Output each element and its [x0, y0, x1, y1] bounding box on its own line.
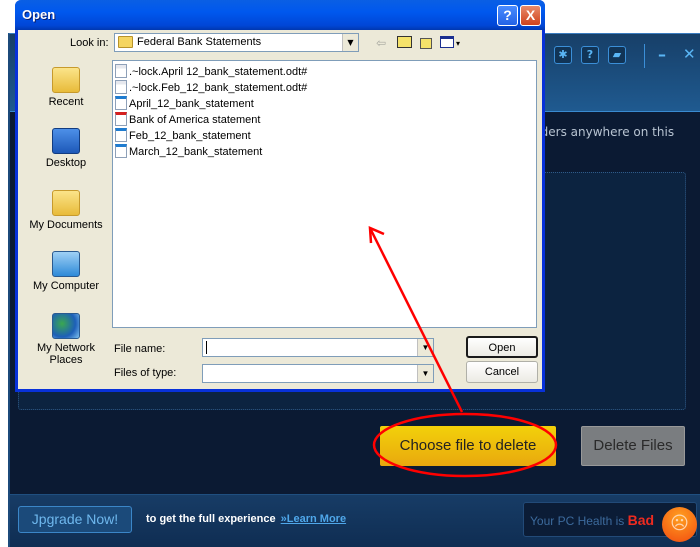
place-label: My Computer	[32, 280, 100, 292]
file-name: .~lock.Feb_12_bank_statement.odt#	[129, 82, 308, 94]
file-item[interactable]: March_12_bank_statement	[115, 144, 262, 160]
open-file-dialog: Open ? X Look in: Federal Bank Statement…	[15, 0, 545, 392]
place-recent[interactable]: Recent	[21, 67, 111, 108]
chevron-down-icon[interactable]: ▼	[417, 339, 433, 356]
help-icon[interactable]: ?	[581, 46, 599, 64]
app-close-button[interactable]: ✕	[683, 45, 696, 63]
back-arrow-icon[interactable]: ⇦	[376, 36, 386, 50]
place-label: My Network Places	[36, 342, 96, 366]
chevron-down-icon[interactable]: ▼	[417, 365, 433, 382]
sad-face-icon[interactable]: ☹	[662, 507, 697, 542]
chevron-down-icon[interactable]: ▼	[342, 34, 358, 51]
place-my-computer[interactable]: My Computer	[21, 251, 111, 292]
views-menu-icon[interactable]	[440, 36, 454, 48]
my-documents-icon	[52, 190, 80, 216]
upgrade-now-button[interactable]: Jpgrade Now!	[18, 506, 132, 533]
health-status-badge: Bad	[627, 512, 655, 528]
dialog-titlebar[interactable]: Open ? X	[15, 0, 545, 30]
app-description: olders anywhere on this	[530, 125, 675, 139]
promo-label: to get the full experience	[146, 513, 276, 525]
file-name: .~lock.April 12_bank_statement.odt#	[129, 66, 308, 78]
up-folder-icon[interactable]	[397, 36, 412, 48]
network-places-icon	[52, 313, 80, 339]
files-of-type-label: Files of type:	[114, 367, 177, 379]
promo-text: to get the full experience »Learn More	[146, 513, 346, 525]
file-name: March_12_bank_statement	[129, 146, 263, 158]
place-label: Desktop	[45, 157, 87, 169]
gear-icon[interactable]: ✱	[554, 46, 572, 64]
desktop-icon	[52, 128, 80, 154]
text-caret	[206, 341, 207, 354]
dialog-title: Open	[22, 7, 56, 22]
place-label: My Documents	[29, 219, 103, 231]
my-computer-icon	[52, 251, 80, 277]
place-network[interactable]: My Network Places	[21, 313, 111, 366]
file-item[interactable]: Feb_12_bank_statement	[115, 128, 251, 144]
odt-lock-file-icon	[115, 64, 127, 78]
look-in-value: Federal Bank Statements	[137, 36, 262, 48]
file-name: Feb_12_bank_statement	[129, 130, 251, 142]
file-item[interactable]: Bank of America statement	[115, 112, 260, 128]
place-desktop[interactable]: Desktop	[21, 128, 111, 169]
document-icon	[115, 96, 127, 110]
file-item[interactable]: .~lock.Feb_12_bank_statement.odt#	[115, 80, 307, 96]
file-list[interactable]: .~lock.April 12_bank_statement.odt# .~lo…	[112, 60, 537, 328]
folder-icon	[118, 36, 133, 48]
pdf-icon	[115, 112, 127, 126]
place-my-documents[interactable]: My Documents	[21, 190, 111, 231]
header-divider	[644, 44, 645, 68]
recent-folder-icon	[52, 67, 80, 93]
health-prefix: Your PC Health is	[530, 514, 625, 528]
file-name-label: File name:	[114, 343, 166, 355]
delete-files-button[interactable]: Delete Files	[581, 426, 685, 466]
place-label: Recent	[48, 96, 84, 108]
minimize-button[interactable]: –	[658, 46, 666, 64]
dialog-close-button[interactable]: X	[520, 5, 541, 26]
odt-lock-file-icon	[115, 80, 127, 94]
app-footer: Jpgrade Now! to get the full experience …	[10, 494, 700, 547]
file-item[interactable]: April_12_bank_statement	[115, 96, 254, 112]
look-in-label: Look in:	[70, 37, 109, 49]
views-dropdown-arrow[interactable]: ▾	[456, 37, 460, 51]
cancel-button[interactable]: Cancel	[466, 361, 538, 383]
look-in-dropdown[interactable]: Federal Bank Statements ▼	[114, 33, 359, 52]
files-of-type-select[interactable]: ▼	[202, 364, 434, 383]
health-label: Your PC Health is Bad	[530, 512, 654, 528]
document-icon	[115, 128, 127, 142]
file-item[interactable]: .~lock.April 12_bank_statement.odt#	[115, 64, 307, 80]
choose-file-button[interactable]: Choose file to delete	[380, 426, 556, 466]
open-button[interactable]: Open	[466, 336, 538, 358]
document-icon	[115, 144, 127, 158]
dialog-help-button[interactable]: ?	[497, 5, 518, 26]
learn-more-link[interactable]: »Learn More	[281, 513, 346, 525]
file-name: April_12_bank_statement	[129, 98, 254, 110]
feedback-icon[interactable]: ▰	[608, 46, 626, 64]
file-name: Bank of America statement	[129, 114, 261, 126]
new-folder-icon[interactable]	[420, 38, 432, 49]
file-name-input[interactable]: ▼	[202, 338, 434, 357]
